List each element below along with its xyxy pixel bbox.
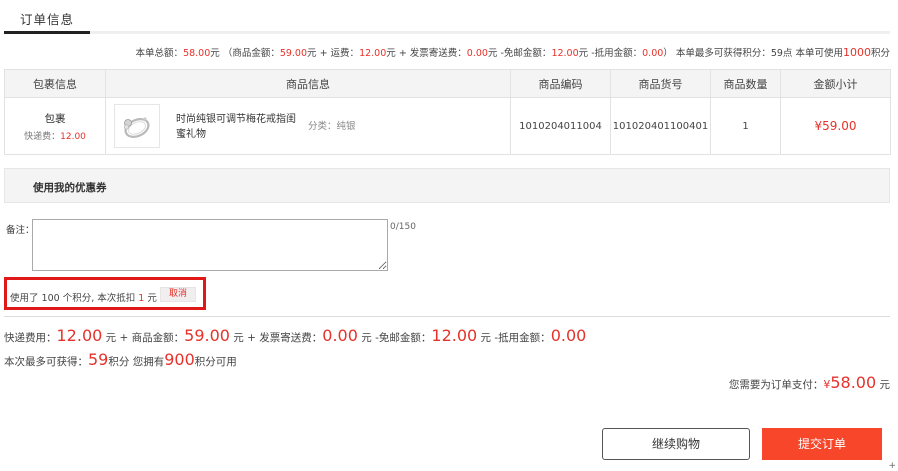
- header-item-number: 商品货号: [610, 69, 711, 98]
- package-fee: 快递费：12.00: [24, 131, 86, 142]
- fee-breakdown: 快递费用：12.00 元 + 商品金额：59.00 元 + 发票寄送费：0.00…: [4, 326, 587, 345]
- remark-char-counter: 0/150: [390, 222, 416, 232]
- cancel-points-button[interactable]: 取消: [160, 287, 196, 302]
- header-goods-code: 商品编码: [510, 69, 611, 98]
- order-items-table: 包裹信息 商品信息 商品编码 商品货号 商品数量 金额小计 包裹 快递费：12.…: [4, 69, 891, 155]
- ring-product-thumbnail[interactable]: [114, 104, 160, 148]
- table-header-row: 包裹信息 商品信息 商品编码 商品货号 商品数量 金额小计: [4, 69, 891, 98]
- quantity-cell: 1: [710, 97, 781, 155]
- tab-bar: 订单信息: [4, 0, 890, 34]
- divider: [4, 316, 890, 317]
- goods-name-link[interactable]: 时尚纯银可调节梅花戒指闺蜜礼物: [176, 112, 300, 142]
- goods-spec: 分类：纯银: [308, 121, 356, 132]
- order-summary-line: 本单总额：58.00元 （商品金额：59.00元 + 运费：12.00元 + 发…: [135, 46, 890, 59]
- goods-cell: 时尚纯银可调节梅花戒指闺蜜礼物 分类：纯银: [105, 97, 511, 155]
- remark-label: 备注：: [6, 225, 35, 236]
- subtotal-price: ¥59.00: [814, 119, 857, 133]
- coupon-section-title: 使用我的优惠券: [33, 182, 107, 194]
- package-cell: 包裹 快递费：12.00: [4, 97, 106, 155]
- tab-order-info[interactable]: 订单信息: [4, 0, 90, 34]
- item-number-cell: 101020401100401: [610, 97, 711, 155]
- remark-textarea[interactable]: [32, 219, 388, 271]
- points-earn-line: 本次最多可获得：59积分 您拥有900积分可用: [4, 350, 237, 369]
- tab-order-info-label: 订单信息: [20, 12, 75, 27]
- points-used-text: 使用了 100 个积分, 本次抵扣 1 元: [10, 293, 157, 304]
- header-subtotal: 金额小计: [780, 69, 891, 98]
- header-quantity: 商品数量: [710, 69, 781, 98]
- submit-order-button[interactable]: 提交订单: [762, 428, 882, 460]
- header-goods-info: 商品信息: [105, 69, 511, 98]
- goods-code-cell: 1010204011004: [510, 97, 611, 155]
- table-row: 包裹 快递费：12.00 时尚纯银可调节梅花戒指闺蜜礼物 分类：纯银 10102…: [4, 97, 891, 155]
- points-used-highlight: 使用了 100 个积分, 本次抵扣 1 元 取消: [4, 277, 206, 310]
- resize-corner-icon: +: [888, 461, 896, 471]
- payment-total: 您需要为订单支付：¥58.00 元: [728, 373, 890, 392]
- coupon-section-toggle[interactable]: 使用我的优惠券: [4, 168, 890, 203]
- continue-shopping-button[interactable]: 继续购物: [602, 428, 750, 460]
- subtotal-cell: ¥59.00: [780, 97, 891, 155]
- package-title: 包裹: [44, 112, 66, 125]
- header-package-info: 包裹信息: [4, 69, 106, 98]
